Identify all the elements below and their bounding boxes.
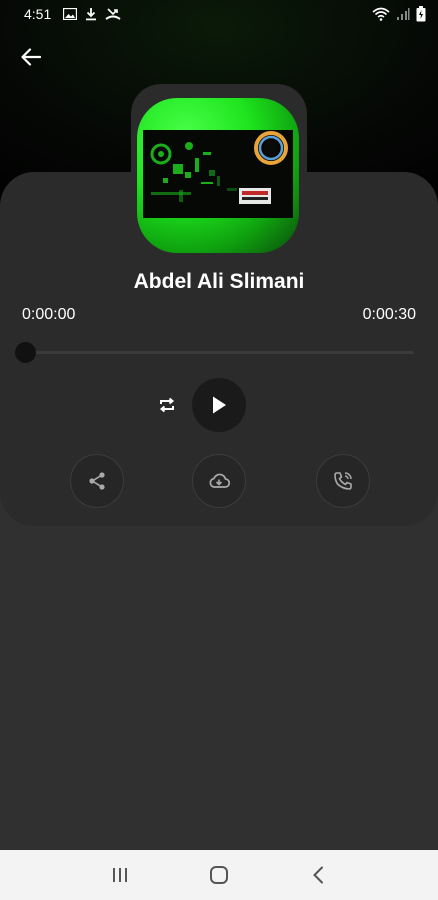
play-button[interactable] [192,378,246,432]
system-back-button[interactable] [298,855,338,895]
image-icon [63,8,78,20]
share-icon [89,472,105,490]
seek-thumb[interactable] [15,342,36,363]
download-button[interactable] [192,454,246,508]
back-icon [313,866,324,884]
set-ringtone-button[interactable] [316,454,370,508]
home-icon [209,866,228,884]
total-time: 0:00:30 [362,306,416,323]
system-nav-bar [0,850,438,900]
status-bar: 4:51 [0,0,438,28]
signal-icon [396,7,410,21]
recent-apps-button[interactable] [100,855,140,895]
track-title: Abdel Ali Slimani [133,270,305,293]
cloud-download-icon [209,473,230,488]
recent-apps-icon [112,868,127,882]
repeat-button[interactable] [154,392,180,418]
home-button[interactable] [199,855,239,895]
current-time: 0:00:00 [22,306,76,323]
back-button[interactable] [14,40,48,74]
status-time: 4:51 [24,6,52,22]
arrow-left-icon [21,48,41,66]
download-icon [85,7,97,21]
battery-icon [416,6,426,22]
share-button[interactable] [70,454,124,508]
missed-call-icon [105,7,121,21]
artwork-screen [143,130,293,218]
repeat-icon [159,397,175,413]
wifi-icon [372,7,390,21]
play-icon [213,396,226,414]
album-artwork [137,98,299,253]
phone-ring-icon [334,472,352,490]
seek-bar[interactable] [24,351,414,354]
